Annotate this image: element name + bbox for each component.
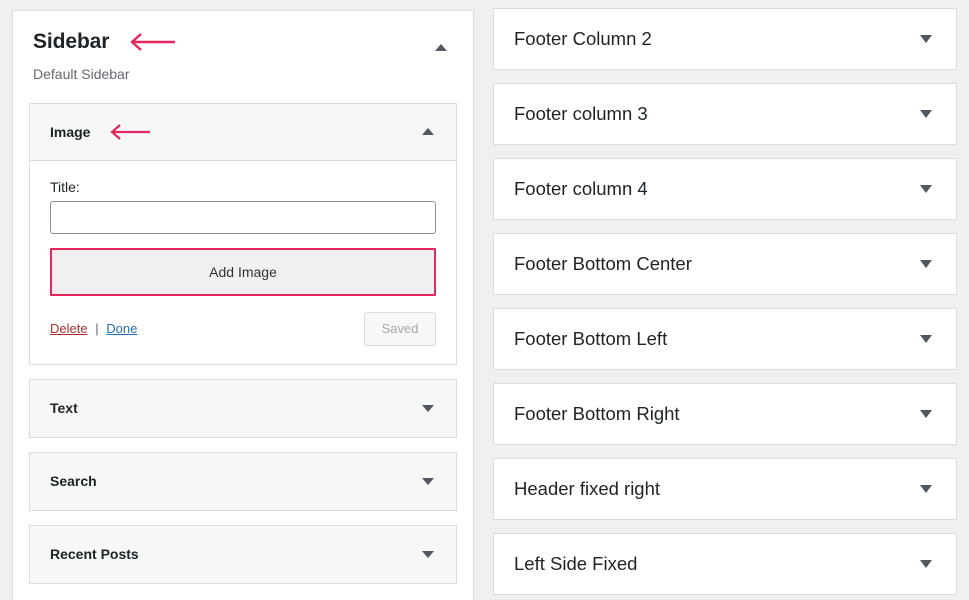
sidebar-title-row: Sidebar [33,29,453,54]
page-title: Sidebar [33,30,110,53]
widget-action-links: Delete | Done [50,321,137,336]
widget-area-footer-bottom-left[interactable]: Footer Bottom Left [493,308,957,370]
triangle-down-icon [920,335,932,343]
triangle-down-icon [422,550,434,558]
widget-area-footer-bottom-right[interactable]: Footer Bottom Right [493,383,957,445]
widgets-admin-screen: Sidebar Default Sidebar Image Title: Add… [0,0,969,600]
sidebar-collapse-toggle[interactable] [431,37,451,57]
triangle-down-icon [422,404,434,412]
image-title-label: Title: [50,178,80,195]
widget-areas-column: Footer Column 2 Footer column 3 Footer c… [493,8,957,600]
widget-search-title: Search [50,473,97,490]
widget-text: Text [29,378,457,438]
delete-widget-link[interactable]: Delete [50,321,88,336]
triangle-down-icon [920,260,932,268]
widget-area-title: Header fixed right [514,477,661,499]
widget-recent-posts: Recent Posts [29,524,457,584]
triangle-down-icon [920,35,932,43]
widget-text-header[interactable]: Text [30,379,456,437]
widget-recent-posts-title: Recent Posts [50,546,139,563]
widget-area-footer-column-3[interactable]: Footer column 3 [493,83,957,145]
widget-area-toggle[interactable] [916,179,936,199]
widget-search-header[interactable]: Search [30,452,456,510]
sidebar-area-header: Sidebar Default Sidebar [13,11,473,85]
widget-area-toggle[interactable] [916,554,936,574]
widget-area-toggle[interactable] [916,104,936,124]
widget-search: Search [29,451,457,511]
widget-image-footer: Delete | Done Saved [50,311,436,346]
triangle-up-icon [435,43,447,51]
add-image-button[interactable]: Add Image [50,247,436,296]
widget-area-title: Footer Bottom Center [514,252,692,274]
widget-area-footer-column-2[interactable]: Footer Column 2 [493,8,957,70]
image-title-input[interactable] [50,200,436,234]
triangle-down-icon [422,477,434,485]
link-separator: | [95,321,99,337]
save-widget-button[interactable]: Saved [364,311,436,346]
sidebar-area-description: Default Sidebar [33,66,130,83]
widget-area-toggle[interactable] [916,254,936,274]
widget-area-header-fixed-right[interactable]: Header fixed right [493,458,957,520]
widget-area-footer-column-4[interactable]: Footer column 4 [493,158,957,220]
widget-image-header[interactable]: Image [30,103,456,161]
done-widget-link[interactable]: Done [106,321,137,336]
widget-area-title: Footer column 4 [514,177,648,199]
widget-area-title: Footer Bottom Left [514,327,668,349]
arrow-left-icon [102,123,152,140]
widget-area-title: Footer Column 2 [514,27,652,49]
triangle-down-icon [920,410,932,418]
widget-area-toggle[interactable] [916,404,936,424]
widget-search-toggle[interactable] [418,471,438,491]
triangle-down-icon [920,485,932,493]
widget-area-title: Footer Bottom Right [514,402,680,424]
widget-area-toggle[interactable] [916,29,936,49]
widget-area-toggle[interactable] [916,479,936,499]
triangle-down-icon [920,560,932,568]
widget-area-toggle[interactable] [916,329,936,349]
arrow-left-icon [121,32,177,51]
widget-list: Image Title: Add Image Delete | Done Sav… [13,85,473,584]
widget-recent-posts-header[interactable]: Recent Posts [30,525,456,583]
triangle-up-icon [422,128,434,136]
widget-area-title: Footer column 3 [514,102,648,124]
widget-area-title: Left Side Fixed [514,552,638,574]
widget-area-left-side-fixed[interactable]: Left Side Fixed [493,533,957,595]
sidebar-widget-area: Sidebar Default Sidebar Image Title: Add… [12,10,474,600]
widget-area-footer-bottom-center[interactable]: Footer Bottom Center [493,233,957,295]
widget-recent-posts-toggle[interactable] [418,544,438,564]
widget-image-toggle[interactable] [418,122,438,142]
widget-text-toggle[interactable] [418,398,438,418]
widget-image-title: Image [50,123,91,140]
triangle-down-icon [920,110,932,118]
widget-text-title: Text [50,400,78,417]
triangle-down-icon [920,185,932,193]
widget-image-body: Title: Add Image Delete | Done Saved [30,160,456,364]
widget-image: Image Title: Add Image Delete | Done Sav… [29,102,457,365]
